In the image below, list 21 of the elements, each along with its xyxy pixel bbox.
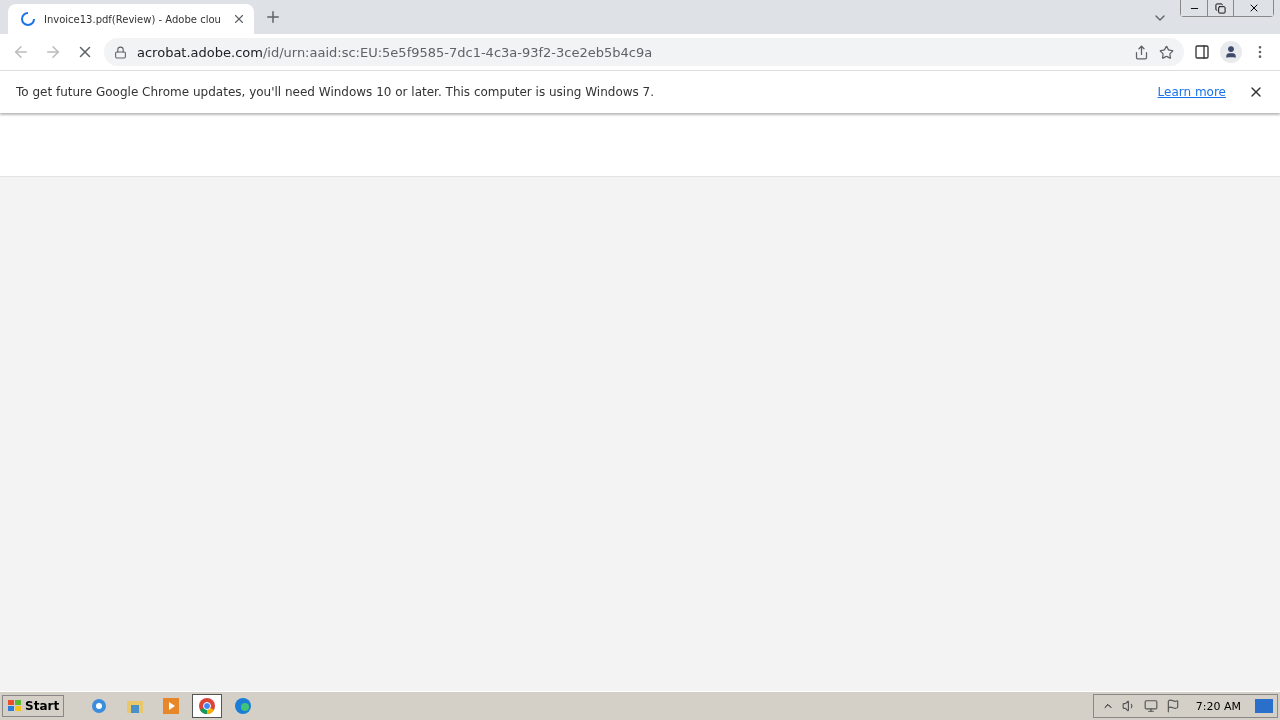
windows-logo-icon	[7, 699, 23, 713]
address-bar[interactable]: acrobat.adobe.com/id/urn:aaid:sc:EU:5e5f9585-7dc1-4c3a-93f2-3ce2eb5b4c9a	[104, 38, 1184, 66]
update-message: To get future Google Chrome updates, you'll need Windows 10 or later. This computer is using Windows 7.	[16, 85, 656, 99]
side-panel-icon[interactable]	[1194, 44, 1210, 60]
start-button[interactable]: Start	[2, 695, 65, 717]
browser-tab[interactable]: Invoice13.pdf(Review) - Adobe clou	[8, 4, 254, 34]
close-icon[interactable]	[232, 12, 246, 26]
learn-more-link[interactable]: Learn more	[1157, 85, 1226, 99]
taskbar-app-button[interactable]	[192, 694, 223, 718]
folder-icon	[126, 698, 145, 714]
share-icon[interactable]	[1134, 44, 1149, 60]
clock: 7:20 AM	[1195, 699, 1241, 713]
plus-icon[interactable]	[264, 8, 282, 26]
flag-icon[interactable]	[1165, 699, 1180, 713]
play-icon	[162, 697, 181, 715]
star-icon[interactable]	[1159, 44, 1174, 60]
restore-icon[interactable]	[1215, 2, 1226, 14]
network-icon[interactable]	[1143, 699, 1158, 713]
profile-avatar[interactable]	[1220, 41, 1242, 63]
lock-icon	[114, 45, 127, 59]
chrome-icon	[198, 697, 217, 715]
